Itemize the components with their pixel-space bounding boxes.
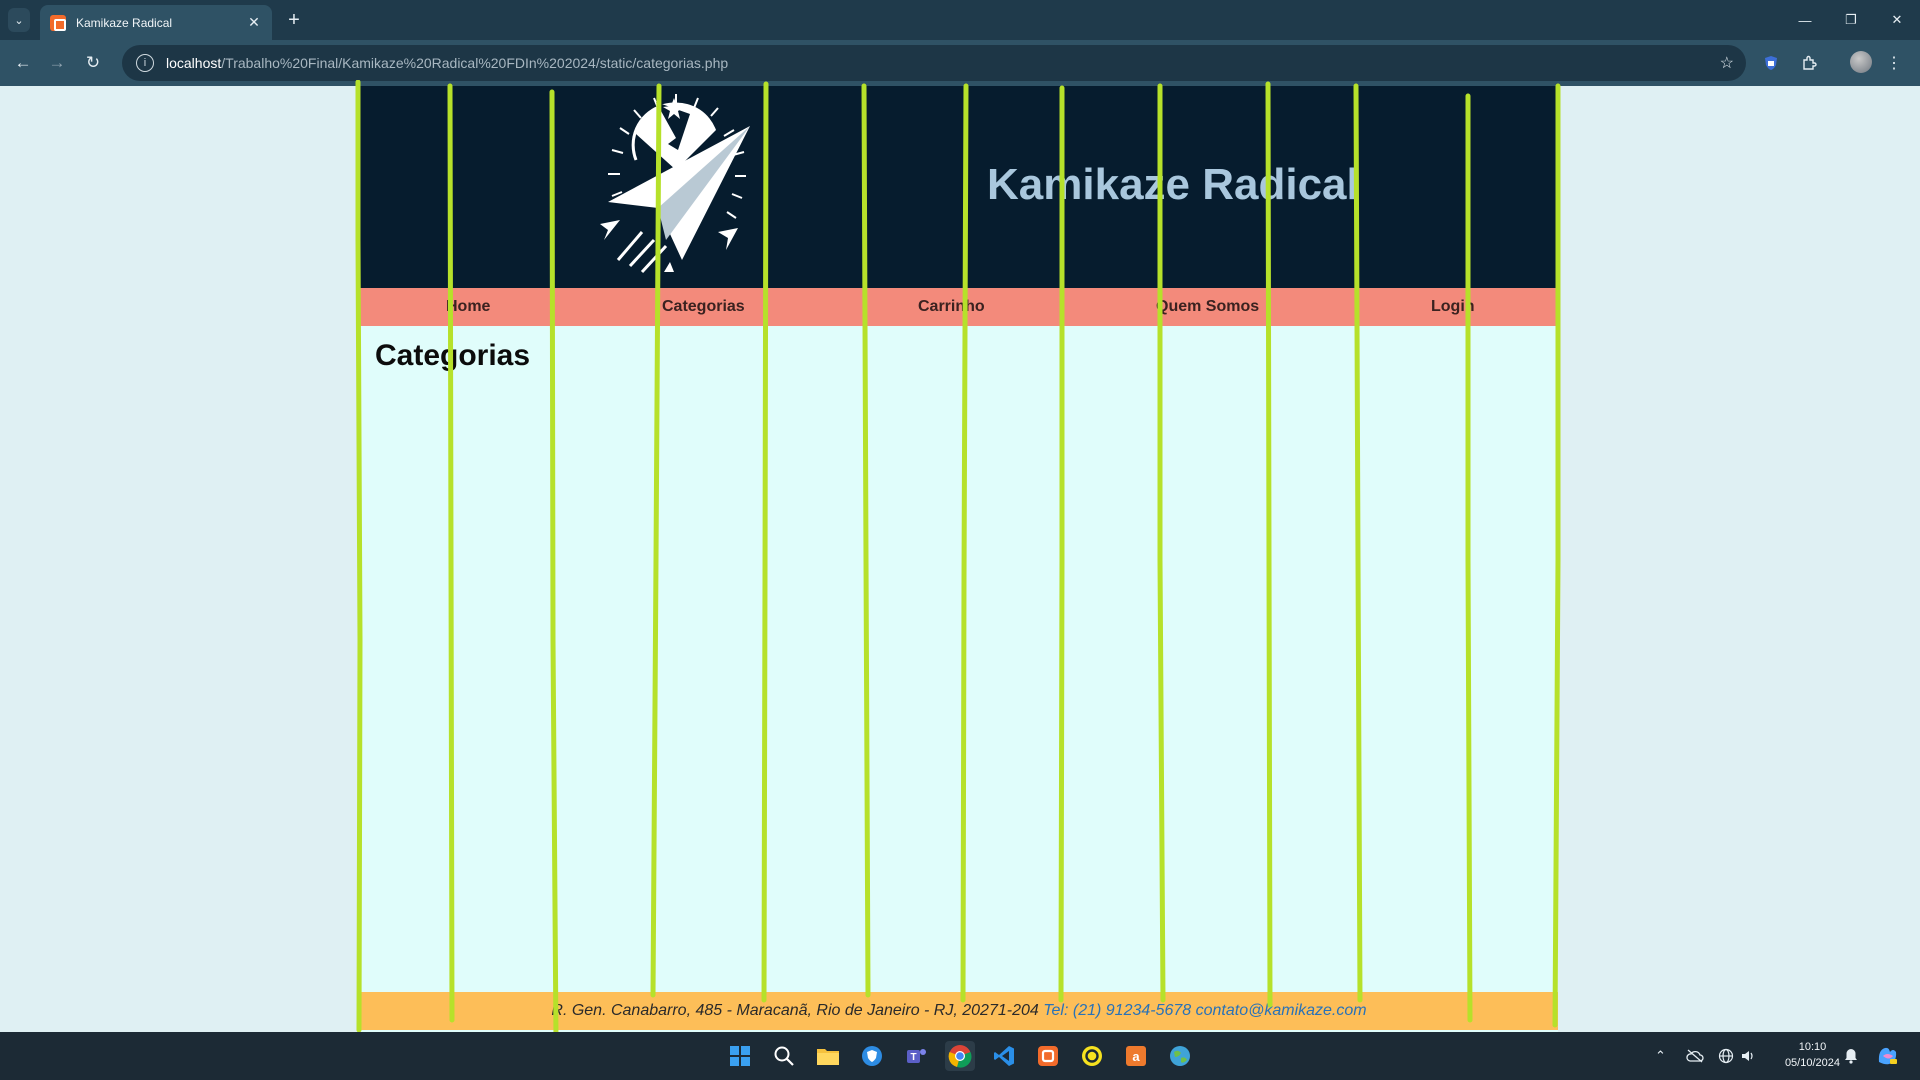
nav-home[interactable]: Home bbox=[446, 288, 490, 326]
windows-taskbar: T a ⌃ 10:10 05/10/2024 bbox=[0, 1032, 1920, 1080]
tray-chevron-up-icon[interactable]: ⌃ bbox=[1655, 1032, 1666, 1080]
forward-arrow-icon[interactable]: → bbox=[44, 50, 70, 76]
site-title: Kamikaze Radical bbox=[987, 160, 1359, 209]
close-tab-icon[interactable]: ✕ bbox=[246, 14, 262, 31]
site-footer: R. Gen. Canabarro, 485 - Maracanã, Rio d… bbox=[360, 992, 1558, 1030]
tab-search-chevron-icon[interactable]: ⌄ bbox=[8, 8, 30, 32]
browser-tabstrip: ⌄ Kamikaze Radical ✕ + — ❐ ✕ bbox=[0, 0, 1920, 40]
svg-text:a: a bbox=[1132, 1049, 1140, 1064]
site-info-icon[interactable]: i bbox=[136, 54, 154, 72]
page-heading: Categorias bbox=[375, 339, 531, 372]
back-arrow-icon[interactable]: ← bbox=[10, 50, 36, 76]
footer-contact[interactable]: Tel: (21) 91234-5678 contato@kamikaze.co… bbox=[1043, 1002, 1366, 1019]
nav-categorias[interactable]: Categorias bbox=[662, 288, 745, 326]
window-controls: — ❐ ✕ bbox=[1782, 0, 1920, 40]
footer-address: R. Gen. Canabarro, 485 - Maracanã, Rio d… bbox=[551, 1002, 1039, 1019]
notification-bell-icon[interactable] bbox=[1844, 1032, 1858, 1080]
restore-icon[interactable]: ❐ bbox=[1828, 0, 1874, 40]
new-tab-plus-icon[interactable]: + bbox=[282, 8, 306, 32]
volume-icon[interactable] bbox=[1740, 1032, 1756, 1080]
web-page: Kamikaze Radical Home Categorias Carrinh… bbox=[360, 86, 1558, 1032]
close-window-icon[interactable]: ✕ bbox=[1874, 0, 1920, 40]
network-icon[interactable] bbox=[1718, 1032, 1734, 1080]
extensions-puzzle-icon[interactable] bbox=[1800, 54, 1818, 72]
url-host: localhost bbox=[166, 55, 222, 71]
address-bar[interactable]: i localhost/Trabalho%20Final/Kamikaze%20… bbox=[122, 45, 1746, 81]
bookmark-star-icon[interactable]: ☆ bbox=[1720, 53, 1734, 73]
system-clock[interactable]: 10:10 05/10/2024 bbox=[1785, 1039, 1840, 1071]
nav-login[interactable]: Login bbox=[1431, 288, 1475, 326]
browser-toolbar: ← → ↻ i localhost/Trabalho%20Final/Kamik… bbox=[0, 40, 1920, 86]
tab-title: Kamikaze Radical bbox=[76, 15, 173, 30]
reload-icon[interactable]: ↻ bbox=[80, 50, 106, 76]
minimize-icon[interactable]: — bbox=[1782, 0, 1828, 40]
vscode-icon[interactable] bbox=[989, 1041, 1019, 1071]
teams-icon[interactable]: T bbox=[901, 1041, 931, 1071]
network-globe-icon[interactable] bbox=[1165, 1041, 1195, 1071]
paper-plane-logo bbox=[600, 94, 750, 274]
clock-date: 05/10/2024 bbox=[1784, 1057, 1840, 1069]
chrome-icon[interactable] bbox=[945, 1041, 975, 1071]
svg-text:T: T bbox=[910, 1052, 916, 1063]
site-header: Kamikaze Radical bbox=[360, 86, 1558, 288]
file-explorer-icon[interactable] bbox=[813, 1041, 843, 1071]
browser-menu-icon[interactable]: ⋮ bbox=[1885, 54, 1903, 72]
sublime-icon[interactable]: a bbox=[1121, 1041, 1151, 1071]
xampp-icon[interactable] bbox=[1033, 1041, 1063, 1071]
xampp-favicon-icon bbox=[50, 14, 66, 31]
profile-avatar[interactable] bbox=[1850, 51, 1872, 73]
shield-extension-icon[interactable] bbox=[1762, 54, 1780, 72]
browser-shield-icon[interactable] bbox=[857, 1041, 887, 1071]
browser-tab-active[interactable]: Kamikaze Radical ✕ bbox=[40, 5, 272, 40]
site-nav: Home Categorias Carrinho Quem Somos Logi… bbox=[360, 288, 1558, 326]
clock-time: 10:10 bbox=[1798, 1041, 1827, 1053]
onedrive-offline-icon[interactable] bbox=[1686, 1032, 1704, 1080]
nav-quem-somos[interactable]: Quem Somos bbox=[1156, 288, 1259, 326]
copilot-icon[interactable] bbox=[1872, 1041, 1902, 1071]
url-path: /Trabalho%20Final/Kamikaze%20Radical%20F… bbox=[221, 55, 729, 71]
nav-carrinho[interactable]: Carrinho bbox=[918, 288, 985, 326]
sync-app-icon[interactable] bbox=[1077, 1041, 1107, 1071]
windows-start-icon[interactable] bbox=[725, 1041, 755, 1071]
search-icon[interactable] bbox=[769, 1041, 799, 1071]
